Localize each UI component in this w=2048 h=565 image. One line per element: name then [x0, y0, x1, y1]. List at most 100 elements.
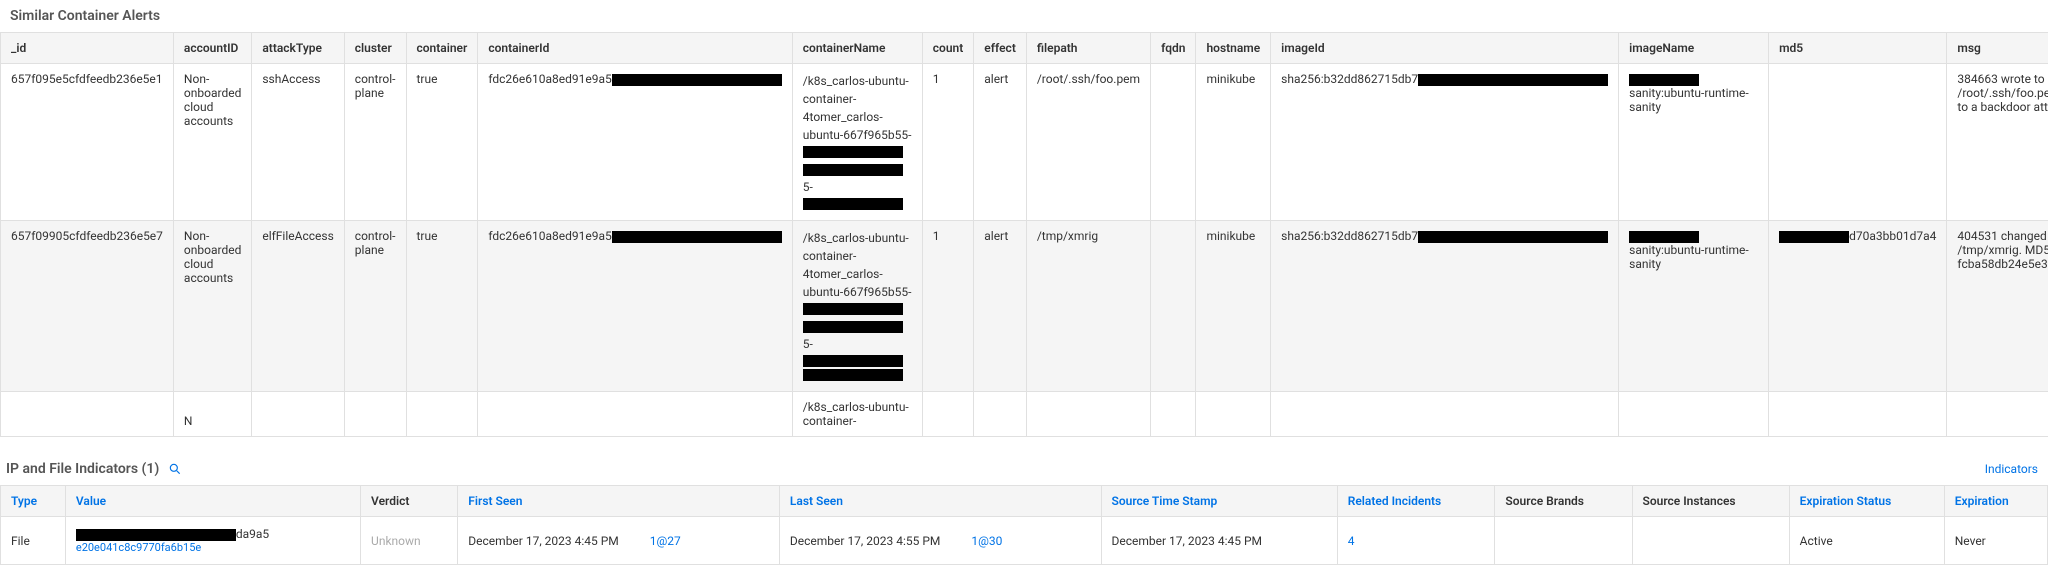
- cell-count: 1: [922, 64, 973, 221]
- col-containername[interactable]: containerName: [792, 33, 922, 64]
- col-imageid[interactable]: imageId: [1271, 33, 1619, 64]
- indicators-link[interactable]: Indicators: [1985, 462, 2038, 476]
- cell-id: 657f095e5cfdfeedb236e5e1: [1, 64, 174, 221]
- cell-imagename: sanity:ubuntu-runtime-sanity: [1619, 221, 1769, 392]
- cell-sourcetimestamp: December 17, 2023 4:45 PM: [1101, 517, 1337, 565]
- col-attacktype[interactable]: attackType: [252, 33, 344, 64]
- cell-cluster: control-plane: [344, 64, 406, 221]
- col-sourceinstances[interactable]: Source Instances: [1632, 486, 1789, 517]
- value-link[interactable]: e20e041c8c9770fa6b15e: [76, 541, 350, 554]
- col-value[interactable]: Value: [65, 486, 360, 517]
- cell-fqdn: [1151, 221, 1196, 392]
- cell-md5: [1769, 64, 1947, 221]
- redacted-block: [1418, 74, 1608, 86]
- col-accountid[interactable]: accountID: [173, 33, 251, 64]
- cell-filepath: /tmp/xmrig: [1026, 221, 1150, 392]
- redacted-block: [803, 355, 903, 367]
- redacted-block: [803, 164, 903, 176]
- redacted-block: [1629, 74, 1699, 86]
- cell-attacktype: elfFileAccess: [252, 221, 344, 392]
- col-firstseen[interactable]: First Seen: [458, 486, 780, 517]
- indicators-table: Type Value Verdict First Seen Last Seen …: [0, 485, 2048, 565]
- col-containerid[interactable]: containerId: [478, 33, 792, 64]
- redacted-block: [612, 74, 782, 86]
- cell-hostname: minikube: [1196, 221, 1271, 392]
- cell-containerid: fdc26e610a8ed91e9a5: [478, 221, 792, 392]
- table-row[interactable]: 657f095e5cfdfeedb236e5e1 Non-onboarded c…: [1, 64, 2048, 221]
- md5-suffix: d70a3bb01d7a4: [1849, 229, 1936, 243]
- cell-imagename: sanity:ubuntu-runtime-sanity: [1619, 64, 1769, 221]
- cell-container: true: [406, 221, 478, 392]
- cell-type: File: [1, 517, 66, 565]
- table-row[interactable]: File da9a5 e20e041c8c9770fa6b15e Unknown…: [1, 517, 2048, 565]
- cell-lastseen: December 17, 2023 4:55 PM 1@30: [779, 517, 1101, 565]
- imageid-prefix: sha256:b32dd862715db7: [1281, 72, 1418, 86]
- redacted-suffix: 5-: [803, 337, 813, 351]
- cell-md5: d70a3bb01d7a4: [1769, 221, 1947, 392]
- indicators-section-title: IP and File Indicators (1): [0, 453, 193, 485]
- redacted-block: [1629, 231, 1699, 243]
- col-lastseen[interactable]: Last Seen: [779, 486, 1101, 517]
- cell-id: 657f09905cfdfeedb236e5e7: [1, 221, 174, 392]
- indicators-header-row: Type Value Verdict First Seen Last Seen …: [1, 486, 2048, 517]
- col-relatedincidents[interactable]: Related Incidents: [1337, 486, 1495, 517]
- col-sourcetimestamp[interactable]: Source Time Stamp: [1101, 486, 1337, 517]
- containername-prefix: /k8s_carlos-ubuntu-container-4tomer_carl…: [803, 72, 912, 144]
- cell-fqdn: [1151, 64, 1196, 221]
- cell-effect: alert: [974, 221, 1027, 392]
- indicators-title-text: IP and File Indicators (1): [6, 461, 159, 477]
- cell-msg: 404531 changed the bina /tmp/xmrig. MD5:…: [1947, 221, 2048, 392]
- col-effect[interactable]: effect: [974, 33, 1027, 64]
- cell-containerid: fdc26e610a8ed91e9a5: [478, 64, 792, 221]
- cell-filepath: [1026, 392, 1150, 437]
- containerid-prefix: fdc26e610a8ed91e9a5: [488, 229, 611, 243]
- cell-imageid: [1271, 392, 1619, 437]
- table-row[interactable]: N /k8s_carlos-ubuntu-container-: [1, 392, 2048, 437]
- col-count[interactable]: count: [922, 33, 973, 64]
- imagename-text: sanity:ubuntu-runtime-sanity: [1629, 86, 1749, 114]
- col-verdict[interactable]: Verdict: [361, 486, 458, 517]
- col-id[interactable]: _id: [1, 33, 174, 64]
- cell-value: da9a5 e20e041c8c9770fa6b15e: [65, 517, 360, 565]
- indicators-table-container: Type Value Verdict First Seen Last Seen …: [0, 485, 2048, 565]
- cell-imageid: sha256:b32dd862715db7: [1271, 221, 1619, 392]
- cell-verdict: Unknown: [361, 517, 458, 565]
- col-type[interactable]: Type: [1, 486, 66, 517]
- alerts-section-title: Similar Container Alerts: [0, 0, 2048, 32]
- alerts-table-container[interactable]: _id accountID attackType cluster contain…: [0, 32, 2048, 437]
- col-expiration[interactable]: Expiration: [1944, 486, 2047, 517]
- col-cluster[interactable]: cluster: [344, 33, 406, 64]
- cell-container: true: [406, 64, 478, 221]
- col-container[interactable]: container: [406, 33, 478, 64]
- cell-relatedincidents[interactable]: 4: [1337, 517, 1495, 565]
- redacted-block: [612, 231, 782, 243]
- col-expirationstatus[interactable]: Expiration Status: [1789, 486, 1944, 517]
- search-icon[interactable]: [167, 461, 183, 477]
- cell-attacktype: sshAccess: [252, 64, 344, 221]
- redacted-block: [803, 146, 903, 158]
- cell-hostname: minikube: [1196, 64, 1271, 221]
- cell-effect: alert: [974, 64, 1027, 221]
- cell-containername: /k8s_carlos-ubuntu-container-4tomer_carl…: [792, 221, 922, 392]
- cell-msg: 384663 wrote to SSH con /root/.ssh/foo.p…: [1947, 64, 2048, 221]
- imageid-prefix: sha256:b32dd862715db7: [1281, 229, 1418, 243]
- col-msg[interactable]: msg: [1947, 33, 2048, 64]
- cell-hostname: [1196, 392, 1271, 437]
- table-row[interactable]: 657f09905cfdfeedb236e5e7 Non-onboarded c…: [1, 221, 2048, 392]
- col-filepath[interactable]: filepath: [1026, 33, 1150, 64]
- redacted-block: [803, 303, 903, 315]
- alerts-header-row: _id accountID attackType cluster contain…: [1, 33, 2048, 64]
- redacted-block: [1779, 231, 1849, 243]
- containername-prefix: /k8s_carlos-ubuntu-container-4tomer_carl…: [803, 229, 912, 301]
- col-fqdn[interactable]: fqdn: [1151, 33, 1196, 64]
- cell-accountid: Non-onboarded cloud accounts: [173, 64, 251, 221]
- alerts-table: _id accountID attackType cluster contain…: [0, 32, 2048, 437]
- col-md5[interactable]: md5: [1769, 33, 1947, 64]
- cell-md5: [1769, 392, 1947, 437]
- cell-effect: [974, 392, 1027, 437]
- col-hostname[interactable]: hostname: [1196, 33, 1271, 64]
- cell-msg: [1947, 392, 2048, 437]
- col-sourcebrands[interactable]: Source Brands: [1495, 486, 1632, 517]
- cell-firstseen: December 17, 2023 4:45 PM 1@27: [458, 517, 780, 565]
- col-imagename[interactable]: imageName: [1619, 33, 1769, 64]
